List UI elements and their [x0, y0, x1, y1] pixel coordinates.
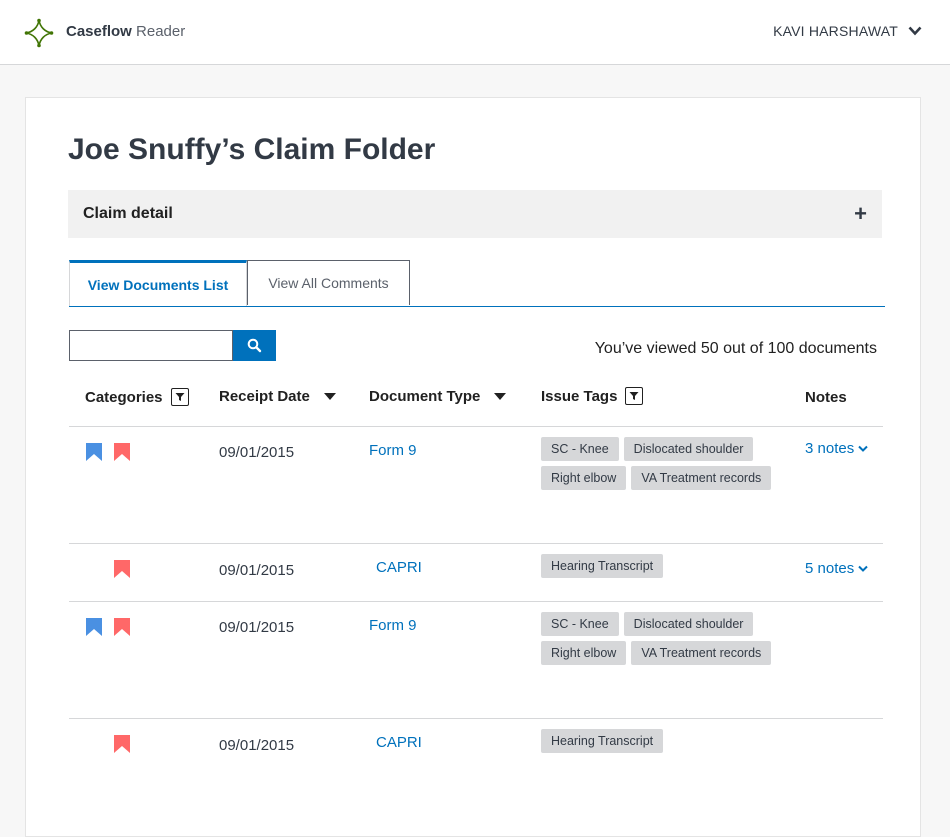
- categories-filter-icon[interactable]: [170, 388, 189, 406]
- issue-tags-filter-icon[interactable]: [625, 387, 644, 405]
- header-receipt-date[interactable]: Receipt Date: [219, 388, 336, 405]
- issue-tags: Hearing Transcript: [541, 554, 781, 578]
- medical-bookmark-icon: [114, 618, 130, 636]
- issue-tag: VA Treatment records: [631, 466, 772, 490]
- document-tabs: View Documents List View All Comments: [69, 260, 885, 307]
- table-header: Categories Receipt Date Document Type Is…: [69, 378, 883, 427]
- procedural-bookmark-icon: [86, 618, 102, 636]
- notes-toggle[interactable]: 3 notes: [805, 440, 868, 457]
- medical-bookmark-icon: [114, 443, 130, 461]
- notes-count: 5 notes: [805, 560, 855, 577]
- issue-tag: Hearing Transcript: [541, 554, 664, 578]
- document-type-link[interactable]: CAPRI: [376, 559, 422, 576]
- document-type-link[interactable]: Form 9: [369, 617, 417, 634]
- issue-tag: Right elbow: [541, 641, 627, 665]
- issue-tags: SC - Knee Dislocated shoulder Right elbo…: [541, 437, 781, 490]
- table-row[interactable]: 09/01/2015 Form 9 SC - Knee Dislocated s…: [69, 427, 883, 544]
- tab-view-all-comments[interactable]: View All Comments: [247, 260, 410, 305]
- chevron-down-icon: [858, 565, 868, 572]
- documents-viewed-count: You’ve viewed 50 out of 100 documents: [594, 340, 877, 357]
- header-issue-tags-label: Issue Tags: [541, 387, 618, 405]
- user-name: KAVI HARSHAWAT: [773, 23, 898, 39]
- claim-detail-label: Claim detail: [83, 205, 173, 222]
- receipt-date: 09/01/2015: [219, 619, 295, 636]
- header-issue-tags: Issue Tags: [541, 387, 644, 405]
- document-type-link[interactable]: CAPRI: [376, 734, 422, 751]
- user-menu[interactable]: KAVI HARSHAWAT: [773, 23, 922, 39]
- chevron-down-icon: [858, 445, 868, 452]
- sort-caret-icon: [323, 393, 336, 400]
- issue-tag: Dislocated shoulder: [623, 437, 754, 461]
- issue-tags: Hearing Transcript: [541, 729, 781, 753]
- claim-folder-card: Joe Snuffy’s Claim Folder Claim detail +…: [25, 97, 921, 837]
- document-type-link[interactable]: Form 9: [369, 442, 417, 459]
- category-icons: [85, 560, 131, 578]
- medical-bookmark-icon: [114, 560, 130, 578]
- notes-toggle[interactable]: 5 notes: [805, 560, 868, 577]
- tab-view-documents-list[interactable]: View Documents List: [69, 260, 247, 306]
- empty-category-slot: [85, 560, 103, 578]
- header-notes: Notes: [805, 389, 847, 406]
- search-button[interactable]: [233, 330, 276, 361]
- issue-tag: Right elbow: [541, 466, 627, 490]
- table-row[interactable]: 09/01/2015 CAPRI Hearing Transcript: [69, 719, 883, 779]
- issue-tags: SC - Knee Dislocated shoulder Right elbo…: [541, 612, 781, 665]
- claim-detail-accordion[interactable]: Claim detail +: [68, 190, 882, 238]
- category-icons: [85, 735, 131, 753]
- search-input[interactable]: [69, 330, 233, 361]
- table-row[interactable]: 09/01/2015 CAPRI Hearing Transcript 5 no…: [69, 544, 883, 602]
- empty-category-slot: [85, 735, 103, 753]
- table-row[interactable]: 09/01/2015 Form 9 SC - Knee Dislocated s…: [69, 602, 883, 719]
- app-name[interactable]: Caseflow Reader: [66, 23, 185, 40]
- procedural-bookmark-icon: [86, 443, 102, 461]
- search-icon: [247, 338, 262, 353]
- issue-tag: VA Treatment records: [631, 641, 772, 665]
- sort-caret-icon: [494, 393, 507, 400]
- issue-tag: Dislocated shoulder: [623, 612, 754, 636]
- caseflow-logo-icon: [24, 18, 54, 48]
- plus-icon[interactable]: +: [854, 203, 867, 225]
- search-bar: [69, 330, 276, 361]
- medical-bookmark-icon: [114, 735, 130, 753]
- category-icons: [85, 618, 131, 636]
- header-categories: Categories: [85, 388, 189, 406]
- category-icons: [85, 443, 131, 461]
- receipt-date: 09/01/2015: [219, 444, 295, 461]
- receipt-date: 09/01/2015: [219, 737, 295, 754]
- page-title: Joe Snuffy’s Claim Folder: [68, 133, 436, 166]
- header-receipt-date-label: Receipt Date: [219, 388, 310, 405]
- brand-name: Caseflow: [66, 23, 132, 40]
- header-categories-label: Categories: [85, 388, 163, 406]
- chevron-down-icon: [908, 26, 922, 36]
- issue-tag: Hearing Transcript: [541, 729, 664, 753]
- top-navigation-bar: Caseflow Reader KAVI HARSHAWAT: [0, 0, 950, 65]
- header-document-type[interactable]: Document Type: [369, 388, 507, 405]
- header-document-type-label: Document Type: [369, 388, 481, 405]
- issue-tag: SC - Knee: [541, 612, 619, 636]
- issue-tag: SC - Knee: [541, 437, 619, 461]
- receipt-date: 09/01/2015: [219, 562, 295, 579]
- notes-count: 3 notes: [805, 440, 855, 457]
- documents-table: Categories Receipt Date Document Type Is…: [69, 378, 883, 779]
- brand-product: Reader: [136, 23, 186, 40]
